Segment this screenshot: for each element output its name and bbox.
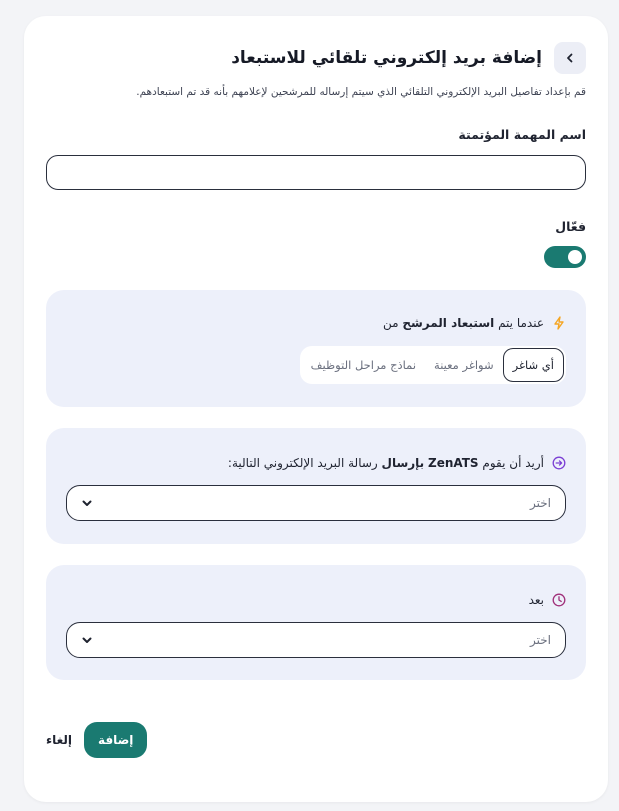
send-prefix: أريد أن يقوم [482,456,544,470]
dialog-header: إضافة بريد إلكتروني تلقائي للاستبعاد [46,42,586,74]
send-brand: ZenATS [428,456,479,470]
trigger-suffix: من [382,316,399,330]
send-email-panel: أريد أن يقوم ZenATS بإرسال رسالة البريد … [46,428,586,544]
delay-value: اختر [530,633,551,647]
delay-select[interactable]: اختر [66,622,566,658]
back-button[interactable] [554,42,586,74]
send-suffix: رسالة البريد الإلكتروني التالية: [227,456,378,470]
task-name-input[interactable] [46,155,586,190]
lightning-icon [552,316,566,330]
automation-dialog: إضافة بريد إلكتروني تلقائي للاستبعاد قم … [24,16,608,802]
option-pipeline-templates[interactable]: نماذج مراحل التوظيف [302,348,425,382]
send-bold: بإرسال [381,456,425,470]
trigger-row: عندما يتم استبعاد المرشح من [383,316,566,330]
toggle-knob [568,250,582,264]
trigger-panel: عندما يتم استبعاد المرشح من أي شاغر شواغ… [46,290,586,407]
dialog-subtitle: قم بإعداد تفاصيل البريد الإلكتروني التلق… [136,86,586,98]
active-label: فعّال [555,219,586,234]
trigger-prefix: عندما يتم [498,316,544,330]
vacancy-scope-selector: أي شاغر شواغر معينة نماذج مراحل التوظيف [299,346,566,384]
send-row: أريد أن يقوم ZenATS بإرسال رسالة البريد … [228,456,566,470]
email-template-value: اختر [530,496,551,510]
clock-icon [552,593,566,607]
task-name-label: اسم المهمة المؤتمتة [458,127,586,142]
dialog-title: إضافة بريد إلكتروني تلقائي للاستبعاد [231,48,542,68]
add-button[interactable]: إضافة [84,722,148,758]
arrow-right-circle-icon [552,456,566,470]
delay-label: بعد [528,593,544,607]
option-specific-vacancies[interactable]: شواغر معينة [425,348,503,382]
delay-panel: بعد اختر [46,565,586,680]
chevron-down-icon [82,637,92,643]
chevron-left-icon [567,53,573,63]
cancel-button[interactable]: إلغاء [46,733,72,747]
dialog-actions: إلغاء إضافة [46,722,148,758]
trigger-bold: استبعاد المرشح [402,316,495,330]
chevron-down-icon [82,500,92,506]
delay-row: بعد [529,593,566,607]
email-template-select[interactable]: اختر [66,485,566,521]
active-toggle[interactable] [544,246,586,268]
option-any-vacancy[interactable]: أي شاغر [502,348,564,382]
